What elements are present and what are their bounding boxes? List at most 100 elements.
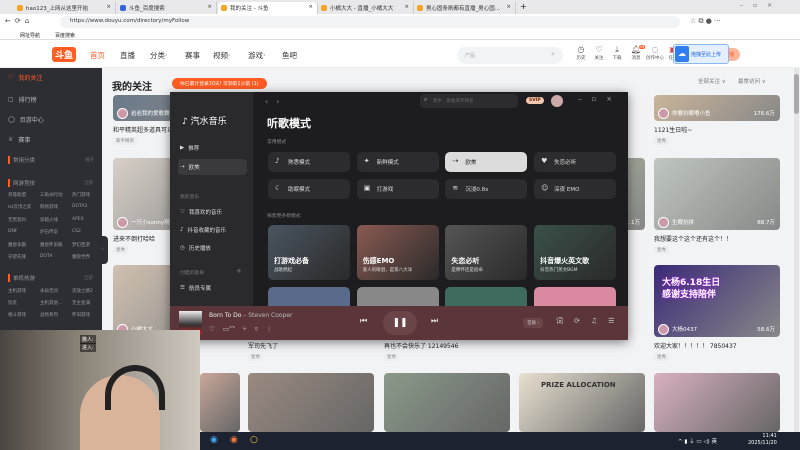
new-tab-button[interactable]: + xyxy=(520,2,527,11)
explore-card[interactable]: 伤感EMO 爱人的眼泪，是第八大洋 xyxy=(356,225,439,280)
stream-thumbnail[interactable]: 大杨6.18生日 感谢支持陪伴 大杨0437 58.6万 xyxy=(654,265,780,337)
mode-button[interactable]: ☾ 助眠模式 xyxy=(268,179,350,199)
category-link[interactable]: 主机其他... xyxy=(40,300,62,306)
tab-hao123[interactable]: hao123_上网从这里开始 × xyxy=(14,2,116,14)
nav-events[interactable]: 赛事 xyxy=(185,50,200,61)
previous-button[interactable]: ⏮︎ xyxy=(360,316,367,326)
online-all-link[interactable]: 全部 xyxy=(84,180,93,186)
category-link[interactable]: 魔兽世界 xyxy=(72,254,90,260)
upload-popup[interactable]: ☁ 拖拽至此上传 xyxy=(673,44,729,64)
category-link[interactable]: 主机游戏 xyxy=(8,288,26,294)
streamer-name[interactable]: 你要抗嘟嘟小鱼 xyxy=(672,109,711,117)
category-link[interactable]: 热门游戏 xyxy=(72,192,90,198)
streamer-avatar[interactable] xyxy=(658,217,669,228)
streamer-name[interactable]: 生椰抗拼 xyxy=(672,218,694,226)
like-icon[interactable]: ♡ xyxy=(209,325,215,333)
close-tab-icon[interactable]: × xyxy=(404,4,409,10)
svip-badge[interactable]: SVIP xyxy=(526,97,544,104)
stream-thumbnail[interactable] xyxy=(200,373,240,432)
filter-recent[interactable]: 最常访问 ∨ xyxy=(738,77,766,85)
back-forward-buttons[interactable]: ‹› xyxy=(265,97,287,106)
ime-indicator[interactable]: 英 xyxy=(711,439,717,445)
add-playlist-icon[interactable]: + xyxy=(236,267,242,275)
category-link[interactable]: 饥荒 xyxy=(8,300,17,306)
stream-thumbnail[interactable]: 你要抗嘟嘟小鱼 176.6万 xyxy=(654,95,780,121)
stream-card[interactable]: 大杨6.18生日 感谢支持陪伴 大杨0437 58.6万欢迎大家！！！！！ 7850… xyxy=(654,265,780,361)
category-link[interactable]: CS2 xyxy=(72,229,81,234)
creator-center-button[interactable]: ◌ 创作中心 xyxy=(646,45,664,61)
category-link[interactable]: lol云顶之弈 xyxy=(8,204,31,210)
close-tab-icon[interactable]: × xyxy=(506,4,511,10)
bookmark-baidu[interactable]: 百度搜索 xyxy=(55,32,75,39)
quality-button[interactable]: 音质 › xyxy=(523,318,544,328)
nav-games[interactable]: 游戏· xyxy=(248,50,265,61)
close-tab-icon[interactable]: × xyxy=(207,4,212,10)
streamer-name[interactable]: 大杨0437 xyxy=(672,325,697,333)
window-controls[interactable]: –▫× xyxy=(740,2,782,9)
category-link[interactable]: 怀旧游戏 xyxy=(72,312,90,318)
clock[interactable]: 11:41 2025/11/20 xyxy=(748,433,777,447)
edge-icon[interactable]: ◉ xyxy=(210,435,218,445)
comment-icon[interactable]: ▭379 xyxy=(223,325,235,333)
explore-card-more[interactable] xyxy=(445,287,527,306)
nav-western[interactable]: ⇢ 欧美 xyxy=(180,163,200,171)
stream-title[interactable]: 1121生日啦~ xyxy=(654,125,780,134)
nav-category[interactable]: 分类· xyxy=(150,50,167,61)
dislike-icon[interactable]: ▿ xyxy=(255,325,258,333)
nav-home[interactable]: 首页 xyxy=(90,50,105,61)
nav-fishbar[interactable]: 鱼吧 xyxy=(282,50,297,61)
share-icon[interactable]: ⑂ xyxy=(243,325,247,333)
search-icon[interactable]: ⌕ xyxy=(551,50,555,59)
mode-button[interactable]: ≋ 沉浸0.8x xyxy=(445,179,528,199)
stream-thumbnail[interactable] xyxy=(248,373,374,432)
tab-xiaoju[interactable]: 小橘大大 - 直播_小橘大大 × xyxy=(318,2,414,14)
user-avatar[interactable] xyxy=(551,95,563,107)
music-search-input[interactable]: ⌕ 歌手、歌曲或专辑名 xyxy=(420,94,518,108)
pause-button[interactable]: ❚❚ xyxy=(383,311,417,335)
stream-thumbnail[interactable] xyxy=(384,373,510,432)
playlist-item[interactable]: ☰ 航员专属 xyxy=(180,284,211,292)
mode-button[interactable]: ♪ 熟悉模式 xyxy=(268,152,350,172)
page-scrollbar[interactable] xyxy=(794,68,799,432)
now-playing[interactable]: Born To Do – Steven Cooper xyxy=(209,312,293,319)
tab-baidu[interactable]: 斗鱼_百度搜索 × xyxy=(117,2,217,14)
category-tag[interactable]: 星秀 xyxy=(654,246,669,254)
category-link[interactable]: 永劫无间 xyxy=(40,288,58,294)
explore-card-more[interactable] xyxy=(534,287,616,306)
nav-liked[interactable]: ♡ 我喜欢的音乐 xyxy=(180,208,222,216)
download-button[interactable]: ⤓ 下载 xyxy=(608,45,626,61)
mode-button[interactable]: ⇢ 欧美 xyxy=(445,152,528,172)
close-tab-icon[interactable]: × xyxy=(308,4,313,10)
nav-douyin-fav[interactable]: ♪ 抖音收藏的音乐 xyxy=(180,226,226,234)
category-link[interactable]: DOTA xyxy=(40,254,53,259)
explore-card-more[interactable] xyxy=(357,287,439,306)
streamer-name[interactable]: 岩岩我的爱歌舞 xyxy=(131,109,170,117)
message-button[interactable]: 🔔︎ 消息 99 xyxy=(627,45,645,61)
stream-title[interactable]: 欢迎大家！！！！！ 7850437 xyxy=(654,341,780,350)
stream-thumbnail[interactable] xyxy=(654,373,780,432)
category-link[interactable]: 三角洲行动 xyxy=(40,192,63,198)
tray-icons[interactable]: ^ ▮ ⏚ ▭ ◁) 英 xyxy=(678,437,717,445)
single-all-link[interactable]: 全部 xyxy=(84,275,93,281)
douyu-logo[interactable]: 斗鱼 xyxy=(52,47,77,62)
explore-card[interactable]: 失恋必听 是释怀还是宿命 xyxy=(445,225,528,280)
follow-button[interactable]: ♡ 关注 xyxy=(590,45,608,61)
close-tab-icon[interactable]: × xyxy=(106,4,111,10)
category-tag[interactable]: 星秀 xyxy=(384,353,399,361)
explore-card[interactable]: 打游戏必备 战歌燃起 xyxy=(268,225,350,280)
category-link[interactable]: 流放之路2 xyxy=(72,288,93,294)
streamer-avatar[interactable] xyxy=(117,108,128,119)
explore-card[interactable]: 抖音爆火英文歌 抖音热门英文BGM xyxy=(534,225,617,280)
streamer-avatar[interactable] xyxy=(658,108,669,119)
more-icon[interactable]: ⋮ xyxy=(266,325,273,333)
stream-card[interactable]: 你要抗嘟嘟小鱼 176.6万 1121生日啦~ 星秀 xyxy=(654,95,780,145)
sidebar-item-ranking[interactable]: ▢ 排行榜 xyxy=(8,95,37,104)
stream-title[interactable]: 军司先飞了 xyxy=(248,341,374,350)
next-button[interactable]: ⏭︎ xyxy=(431,316,438,326)
category-link[interactable]: APEX xyxy=(72,217,84,222)
stream-title[interactable]: 我想要这个这个还有这个！！ xyxy=(654,234,780,243)
category-link[interactable]: 炉石传说 xyxy=(40,229,58,235)
category-link[interactable]: DNF xyxy=(8,229,17,234)
streamer-name[interactable]: 一只小sunny啊 xyxy=(131,218,170,226)
stream-thumbnail[interactable]: 生椰抗拼 88.7万 xyxy=(654,158,780,230)
